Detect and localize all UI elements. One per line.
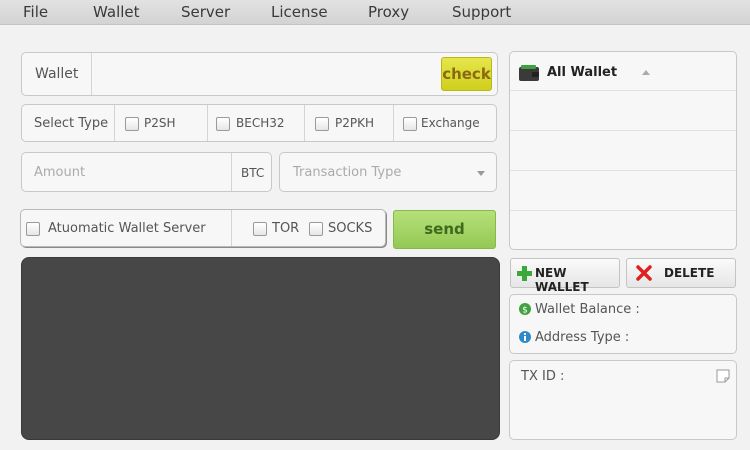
- delete-x-icon: [636, 265, 652, 281]
- menu-proxy[interactable]: Proxy: [368, 3, 409, 21]
- wallet-label: Wallet: [35, 66, 79, 82]
- wallet-list-row[interactable]: [510, 210, 736, 250]
- wallet-row: Wallet: [21, 52, 498, 96]
- amount-row: Amount BTC: [21, 152, 272, 192]
- wallet-list-row[interactable]: [510, 170, 736, 210]
- select-type-row: Select Type P2SH BECH32 P2PKH Exchange: [21, 104, 497, 142]
- p2pkh-label: P2PKH: [335, 116, 374, 130]
- wallet-input[interactable]: [92, 54, 440, 94]
- wallet-icon: [519, 65, 539, 81]
- wallet-list-row[interactable]: [510, 90, 736, 130]
- wallet-list-header[interactable]: All Wallet: [547, 65, 617, 80]
- wallet-balance-label: Wallet Balance :: [535, 302, 640, 317]
- menu-license[interactable]: License: [271, 3, 328, 21]
- menu-support[interactable]: Support: [452, 3, 511, 21]
- delete-label: DELETE: [664, 266, 715, 280]
- new-wallet-button[interactable]: NEW WALLET: [510, 258, 620, 294]
- p2sh-checkbox[interactable]: [125, 117, 139, 131]
- check-button[interactable]: check: [441, 57, 492, 91]
- copy-icon[interactable]: [716, 369, 730, 383]
- tx-id-panel: TX ID :: [509, 360, 737, 440]
- menu-server[interactable]: Server: [181, 3, 230, 21]
- new-wallet-label: NEW WALLET: [535, 266, 589, 294]
- server-options-row: Atuomatic Wallet Server TOR SOCKS: [20, 209, 386, 247]
- exchange-checkbox[interactable]: [403, 117, 417, 131]
- tor-checkbox[interactable]: [253, 222, 267, 236]
- auto-server-label: Atuomatic Wallet Server: [48, 221, 206, 236]
- chevron-down-icon: [477, 171, 485, 176]
- tx-id-label: TX ID :: [521, 369, 565, 384]
- send-button[interactable]: send: [393, 210, 496, 249]
- menu-wallet[interactable]: Wallet: [93, 3, 140, 21]
- wallet-list-row[interactable]: [510, 130, 736, 170]
- add-icon: [517, 266, 532, 281]
- p2sh-label: P2SH: [144, 116, 176, 130]
- bech32-checkbox[interactable]: [216, 117, 230, 131]
- address-type-label: Address Type :: [535, 330, 630, 345]
- info-icon: [519, 331, 531, 343]
- console-output: [21, 257, 500, 440]
- exchange-label: Exchange: [421, 116, 480, 130]
- wallet-info-panel: $ Wallet Balance : Address Type :: [509, 294, 737, 354]
- amount-input[interactable]: Amount: [34, 165, 85, 180]
- select-type-label: Select Type: [34, 116, 109, 131]
- btc-unit-label: BTC: [241, 166, 265, 180]
- sort-up-icon[interactable]: [642, 70, 650, 75]
- socks-checkbox[interactable]: [309, 222, 323, 236]
- svg-text:$: $: [522, 306, 528, 316]
- transaction-type-select[interactable]: Transaction Type: [279, 152, 497, 192]
- menu-file[interactable]: File: [23, 3, 48, 21]
- menu-bar: File Wallet Server License Proxy Support: [0, 0, 750, 25]
- bech32-label: BECH32: [236, 116, 285, 130]
- auto-server-checkbox[interactable]: [26, 222, 40, 236]
- socks-label: SOCKS: [328, 221, 373, 236]
- tor-label: TOR: [272, 221, 300, 236]
- delete-button[interactable]: DELETE: [626, 258, 736, 288]
- wallet-list: All Wallet: [509, 51, 737, 250]
- p2pkh-checkbox[interactable]: [315, 117, 329, 131]
- coin-icon: $: [519, 303, 531, 315]
- transaction-type-label: Transaction Type: [293, 165, 402, 180]
